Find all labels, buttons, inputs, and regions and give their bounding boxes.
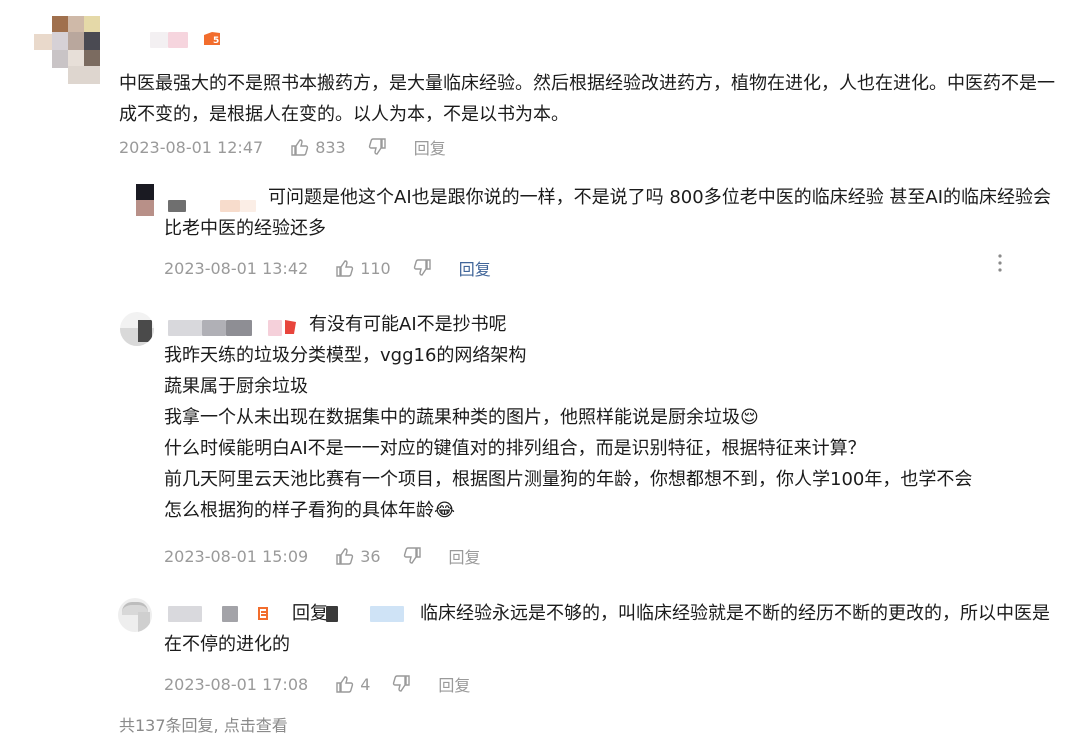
main-avatar[interactable] <box>34 16 102 84</box>
timestamp: 2023-08-01 12:47 <box>119 137 264 157</box>
reply-line: 蔬果属于厨余垃圾 <box>164 376 308 397</box>
level-badge-icon: 5 <box>202 29 222 49</box>
reply-avatar[interactable] <box>120 312 154 346</box>
reply-avatar[interactable] <box>136 184 154 216</box>
reply-meta: 2023-08-01 13:42 110 回复 <box>164 256 491 280</box>
reply-button[interactable]: 回复 <box>449 544 481 568</box>
more-vertical-icon[interactable] <box>994 252 1006 274</box>
thumb-up-icon <box>291 139 309 156</box>
dislike-button[interactable] <box>392 674 412 694</box>
like-count: 110 <box>360 258 391 278</box>
svg-text:5: 5 <box>213 36 219 46</box>
reply-button[interactable]: 回复 <box>438 672 470 696</box>
reply-text: 临床经验永远是不够的，叫临床经验就是不断的经历不断的更改的，所以中医是在不停的进… <box>164 603 1050 655</box>
dislike-button[interactable] <box>413 258 433 278</box>
reply-text-block: 有没有可能AI不是抄书呢 我昨天练的垃圾分类模型，vgg16的网络架构 蔬果属于… <box>164 309 1064 526</box>
timestamp: 2023-08-01 13:42 <box>164 258 309 278</box>
main-comment-text: 中医最强大的不是照书本搬药方，是大量临床经验。然后根据经验改进药方，植物在进化，… <box>119 73 1055 125</box>
reply-line: 我拿一个从未出现在数据集中的蔬果种类的图片，他照样能说是厨余垃圾😌 <box>164 407 759 428</box>
like-button[interactable]: 4 <box>334 674 370 694</box>
reply-line: 我昨天练的垃圾分类模型，vgg16的网络架构 <box>164 345 527 366</box>
reply-text: 可问题是他这个AI也是跟你说的一样，不是说了吗 800多位老中医的临床经验 甚至… <box>164 187 1052 239</box>
timestamp: 2023-08-01 15:09 <box>164 546 309 566</box>
reply-button[interactable]: 回复 <box>459 256 491 280</box>
like-button[interactable]: 36 <box>334 546 381 566</box>
thumb-down-icon <box>393 675 411 692</box>
thumb-up-icon <box>336 548 354 565</box>
like-button[interactable]: 833 <box>289 137 346 157</box>
reply-line: 有没有可能AI不是抄书呢 <box>309 314 507 335</box>
like-count: 4 <box>360 674 371 694</box>
reply-line: 前几天阿里云天池比赛有一个项目，根据图片测量狗的年龄，你想都想不到，你人学100… <box>164 469 973 490</box>
thumb-down-icon <box>368 138 386 155</box>
reply-meta: 2023-08-01 15:09 36 回复 <box>164 544 481 568</box>
reply-button[interactable]: 回复 <box>414 135 446 159</box>
reply-avatar[interactable] <box>118 598 152 632</box>
like-button[interactable]: 110 <box>334 258 391 278</box>
dislike-button[interactable] <box>368 137 388 157</box>
timestamp: 2023-08-01 17:08 <box>164 674 309 694</box>
reply-line: 什么时候能明白AI不是一一对应的键值对的排列组合，而是识别特征，根据特征来计算？ <box>164 438 866 459</box>
main-username[interactable] <box>150 30 190 48</box>
main-meta: 2023-08-01 12:47 833 回复 <box>119 135 446 159</box>
thumb-down-icon <box>413 259 431 276</box>
thumb-up-icon <box>336 676 354 693</box>
reply-line: 怎么根据狗的样子看狗的具体年龄😂 <box>164 500 456 521</box>
dislike-button[interactable] <box>403 546 423 566</box>
view-all-replies-link[interactable]: 共137条回复, 点击查看 <box>119 712 288 736</box>
thumb-down-icon <box>403 547 421 564</box>
like-count: 833 <box>315 137 346 157</box>
like-count: 36 <box>360 546 381 566</box>
thumb-up-icon <box>336 260 354 277</box>
reply-meta: 2023-08-01 17:08 4 回复 <box>164 672 470 696</box>
